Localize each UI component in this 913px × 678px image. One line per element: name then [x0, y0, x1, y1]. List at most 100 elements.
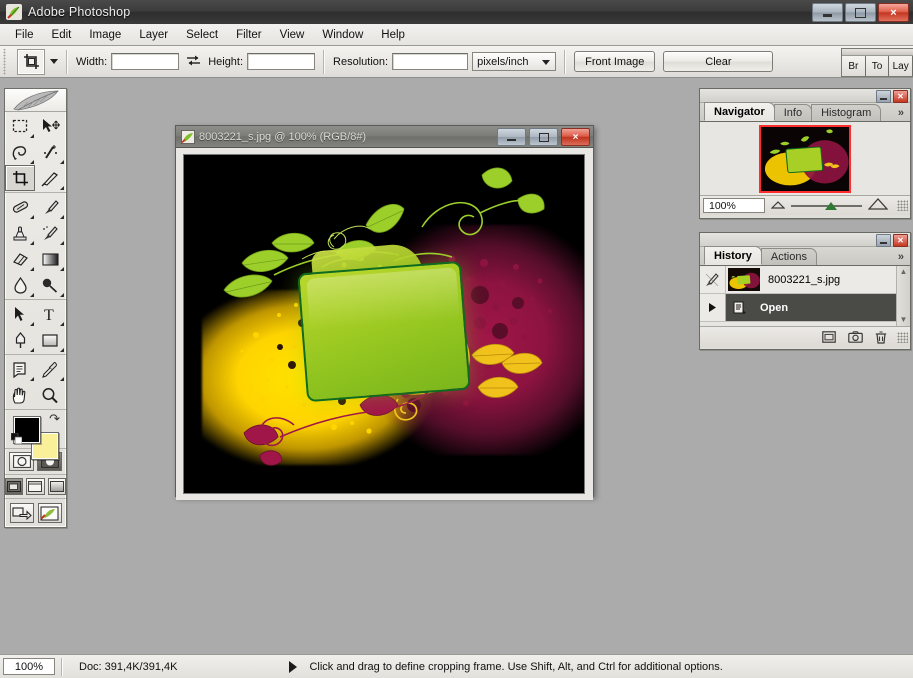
well-tab-layer-comps[interactable]: Lay — [889, 56, 913, 76]
document-restore-button[interactable] — [529, 128, 558, 146]
menu-edit[interactable]: Edit — [43, 27, 81, 43]
delete-state-icon[interactable] — [868, 328, 894, 346]
history-snapshot-thumbnail — [728, 268, 760, 291]
crop-tool-icon[interactable] — [17, 48, 45, 75]
new-snapshot-icon[interactable] — [842, 328, 868, 346]
document-titlebar[interactable]: 8003221_s.jpg @ 100% (RGB/8#) × — [176, 126, 593, 148]
options-bar-grip[interactable] — [2, 48, 9, 75]
front-image-button[interactable]: Front Image — [574, 51, 656, 72]
tab-navigator[interactable]: Navigator — [704, 102, 775, 121]
document-minimize-button[interactable] — [497, 128, 526, 146]
history-palette-titlebar[interactable]: ✕ — [700, 233, 910, 247]
history-minimize-button[interactable] — [876, 234, 891, 247]
navigator-zoom-input[interactable]: 100% — [703, 198, 765, 213]
notes-tool[interactable] — [5, 356, 35, 382]
zoom-out-small-icon[interactable] — [770, 200, 786, 212]
tool-group-vector: T — [5, 300, 66, 356]
snapshot-source-icon[interactable] — [700, 266, 726, 293]
history-resize-grip[interactable] — [897, 331, 908, 343]
path-selection-tool[interactable] — [5, 301, 35, 327]
history-state-source-toggle[interactable] — [700, 294, 726, 321]
menu-help[interactable]: Help — [372, 27, 414, 43]
scroll-down-arrow-icon[interactable]: ▼ — [900, 314, 908, 326]
clone-stamp-tool[interactable] — [5, 220, 35, 246]
magic-wand-tool[interactable] — [35, 139, 65, 165]
history-close-button[interactable]: ✕ — [893, 234, 908, 247]
slice-tool[interactable] — [35, 165, 65, 191]
tool-more-triangle-icon — [30, 322, 34, 327]
swap-width-height-icon[interactable] — [186, 54, 201, 70]
blur-tool[interactable] — [5, 272, 35, 298]
status-zoom-input[interactable]: 100% — [3, 658, 55, 675]
history-state-row-open[interactable]: Open — [700, 294, 910, 322]
navigator-palette-menu-icon[interactable]: » — [898, 107, 904, 119]
navigator-zoom-slider[interactable] — [791, 198, 862, 214]
history-palette-menu-icon[interactable]: » — [898, 251, 904, 263]
type-tool[interactable]: T — [35, 301, 65, 327]
pen-tool[interactable] — [5, 327, 35, 353]
jump-to-imageready-icon[interactable] — [9, 503, 34, 523]
well-tab-brushes[interactable]: Br — [842, 56, 866, 76]
document-close-button[interactable]: × — [561, 128, 590, 146]
new-document-from-state-icon[interactable] — [816, 328, 842, 346]
menu-file[interactable]: File — [6, 27, 43, 43]
navigator-minimize-button[interactable] — [876, 90, 891, 103]
tab-info[interactable]: Info — [773, 104, 813, 121]
swap-colors-icon[interactable]: ↷ — [49, 412, 60, 425]
history-snapshot-row[interactable]: 8003221_s.jpg — [700, 266, 910, 294]
scroll-up-arrow-icon[interactable]: ▲ — [900, 266, 908, 278]
menu-layer[interactable]: Layer — [130, 27, 177, 43]
history-brush-tool[interactable] — [35, 220, 65, 246]
app-close-button[interactable]: × — [878, 3, 909, 22]
app-minimize-button[interactable] — [812, 3, 843, 22]
standard-screen-mode-button[interactable] — [5, 478, 24, 495]
clear-button[interactable]: Clear — [663, 51, 774, 72]
crop-height-input[interactable] — [247, 53, 316, 70]
crop-width-input[interactable] — [111, 53, 180, 70]
brush-tool[interactable] — [35, 194, 65, 220]
crop-tool[interactable] — [5, 165, 35, 192]
menu-select[interactable]: Select — [177, 27, 227, 43]
menu-window[interactable]: Window — [313, 27, 372, 43]
move-tool[interactable] — [35, 113, 65, 139]
zoom-tool[interactable] — [35, 382, 65, 408]
history-scrollbar[interactable]: ▲ ▼ — [896, 266, 910, 326]
hand-tool[interactable] — [5, 382, 35, 408]
app-restore-button[interactable] — [845, 3, 876, 22]
healing-brush-tool[interactable] — [5, 194, 35, 220]
tool-preset-chevron-down-icon[interactable] — [50, 59, 58, 64]
image-canvas[interactable] — [183, 154, 585, 494]
tool-group-navigation — [5, 355, 66, 411]
well-tab-tool-presets[interactable]: To — [865, 56, 890, 76]
navigator-palette-titlebar[interactable]: ✕ — [700, 89, 910, 103]
eraser-tool[interactable] — [5, 246, 35, 272]
rectangle-shape-tool[interactable] — [35, 327, 65, 353]
navigator-thumbnail[interactable] — [759, 124, 851, 193]
history-palette-body: 8003221_s.jpg Open ▲ ▼ — [700, 266, 910, 347]
full-screen-mode-button[interactable] — [47, 478, 66, 495]
menu-image[interactable]: Image — [80, 27, 130, 43]
navigator-close-button[interactable]: ✕ — [893, 90, 908, 103]
navigator-thumbnail-area[interactable] — [700, 122, 910, 195]
chevron-down-icon — [542, 60, 551, 65]
eyedropper-tool[interactable] — [35, 356, 65, 382]
tab-actions[interactable]: Actions — [760, 248, 817, 265]
crop-resolution-input[interactable] — [392, 53, 469, 70]
lasso-tool[interactable] — [5, 139, 35, 165]
full-screen-with-menubar-button[interactable] — [26, 478, 45, 495]
status-menu-arrow-icon[interactable] — [289, 660, 298, 673]
zoom-in-large-icon[interactable] — [867, 198, 889, 213]
default-colors-icon[interactable] — [10, 432, 23, 445]
rectangular-marquee-tool[interactable] — [5, 113, 35, 139]
navigator-zoom-slider-thumb[interactable] — [825, 201, 838, 210]
tab-history[interactable]: History — [704, 246, 762, 265]
tab-histogram[interactable]: Histogram — [811, 104, 882, 121]
jump-stamp-icon[interactable] — [37, 503, 62, 523]
palette-well-grip[interactable] — [842, 49, 913, 56]
gradient-tool[interactable] — [35, 246, 65, 272]
dodge-tool[interactable] — [35, 272, 65, 298]
resolution-units-select[interactable]: pixels/inch — [472, 52, 557, 71]
menu-view[interactable]: View — [271, 27, 314, 43]
menu-filter[interactable]: Filter — [227, 27, 271, 43]
navigator-resize-grip[interactable] — [897, 200, 908, 211]
